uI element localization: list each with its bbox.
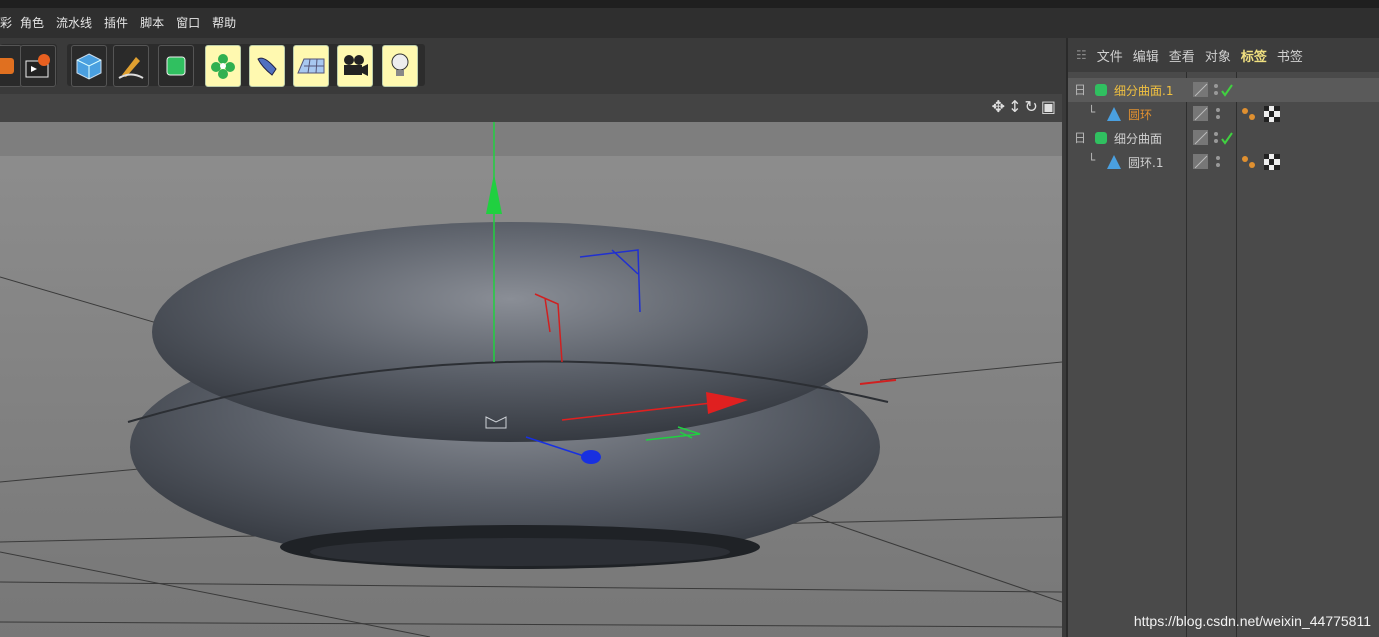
object-name[interactable]: 细分曲面 <box>1114 130 1162 147</box>
om-menu-tags[interactable]: 标签 <box>1241 46 1267 65</box>
layer-toggle-icon[interactable] <box>1192 129 1210 147</box>
pen-button[interactable] <box>113 45 149 87</box>
torus-primitive-icon <box>1107 155 1121 169</box>
enabled-checkmark-icon[interactable] <box>1212 129 1242 147</box>
title-strip <box>0 0 1379 8</box>
pen-spline-icon <box>118 57 144 79</box>
menu-bar: 彩 角色 流水线 插件 脚本 窗口 帮助 <box>0 0 1379 38</box>
material-tag-icon[interactable] <box>1264 106 1280 122</box>
viewport-scene <box>0 122 1062 637</box>
material-tag-icon[interactable] <box>1264 154 1280 170</box>
torus-object[interactable] <box>127 222 889 569</box>
rotate-view-icon[interactable]: ↻ <box>1024 98 1037 116</box>
camera-icon <box>344 55 368 76</box>
object-name[interactable]: 圆环.1 <box>1128 154 1163 171</box>
object-manager: ☷ 文件 编辑 查看 对象 标签 书签 日 细分曲面.1 └ 圆环 日 细分曲面… <box>1066 38 1379 637</box>
render-settings-button[interactable] <box>0 45 22 87</box>
viewport-header: ✥ ↕ ↻ ▣ <box>0 94 1062 123</box>
om-menu-bookmarks[interactable]: 书签 <box>1277 46 1303 65</box>
light-bulb-icon <box>391 53 409 76</box>
subdivision-surface-icon <box>1095 84 1107 96</box>
maximize-view-icon[interactable]: ▣ <box>1041 98 1056 116</box>
3d-viewport[interactable]: ✥ ↕ ↻ ▣ <box>0 94 1062 637</box>
cube-icon <box>76 53 102 80</box>
phong-tag-icon[interactable] <box>1240 105 1258 123</box>
subdivision-cube-icon <box>166 56 186 76</box>
om-menu-edit[interactable]: 编辑 <box>1133 46 1159 65</box>
enabled-checkmark-icon[interactable] <box>1212 81 1242 99</box>
toolbar <box>0 38 1066 93</box>
tree-expand-icon[interactable]: 日 <box>1074 81 1086 98</box>
object-row[interactable]: 日 细分曲面.1 <box>1068 78 1379 102</box>
om-menu-view[interactable]: 查看 <box>1169 46 1195 65</box>
tree-branch-line: └ <box>1088 153 1096 167</box>
om-menu-object[interactable]: 对象 <box>1205 46 1231 65</box>
object-manager-menu: ☷ 文件 编辑 查看 对象 标签 书签 <box>1068 38 1379 72</box>
move-view-icon[interactable]: ✥ <box>992 98 1005 116</box>
layer-toggle-icon[interactable] <box>1192 153 1210 171</box>
clapper-icon <box>25 54 50 78</box>
floor-button[interactable] <box>293 45 329 87</box>
tree-expand-icon[interactable]: 日 <box>1074 129 1086 146</box>
render-settings-icon <box>0 58 14 74</box>
cube-button[interactable] <box>71 45 107 87</box>
camera-button[interactable] <box>337 45 373 87</box>
visibility-dots-icon[interactable] <box>1214 153 1224 171</box>
phong-tag-icon[interactable] <box>1240 153 1258 171</box>
menu-item-partial[interactable]: 彩 <box>0 14 12 31</box>
object-row[interactable]: └ 圆环.1 <box>1068 150 1379 174</box>
watermark-url: https://blog.csdn.net/weixin_44775811 <box>1133 613 1371 629</box>
object-row[interactable]: 日 细分曲面 <box>1068 126 1379 150</box>
layer-toggle-icon[interactable] <box>1192 105 1210 123</box>
menu-item-character[interactable]: 角色 <box>20 14 44 31</box>
object-name[interactable]: 细分曲面.1 <box>1114 82 1173 99</box>
layer-toggle-icon[interactable] <box>1192 81 1210 99</box>
cloner-flower-icon <box>211 54 235 79</box>
menu-item-pipeline[interactable]: 流水线 <box>56 14 92 31</box>
menu-item-help[interactable]: 帮助 <box>212 14 236 31</box>
clapper-button[interactable] <box>20 45 56 87</box>
visibility-dots-icon[interactable] <box>1214 105 1224 123</box>
deformer-button[interactable] <box>249 45 285 87</box>
subdivision-button[interactable] <box>158 45 194 87</box>
om-menu-file[interactable]: 文件 <box>1097 46 1123 65</box>
floor-grid-icon <box>297 58 325 74</box>
dolly-view-icon[interactable]: ↕ <box>1008 98 1021 116</box>
object-row[interactable]: └ 圆环 <box>1068 102 1379 126</box>
menu-item-window[interactable]: 窗口 <box>176 14 200 31</box>
tree-branch-line: └ <box>1088 105 1096 119</box>
object-name[interactable]: 圆环 <box>1128 106 1152 123</box>
deformer-icon <box>257 57 277 76</box>
subdivision-surface-icon <box>1095 132 1107 144</box>
torus-primitive-icon <box>1107 107 1121 121</box>
light-button[interactable] <box>382 45 418 87</box>
menu-item-plugins[interactable]: 插件 <box>104 14 128 31</box>
cloner-button[interactable] <box>205 45 241 87</box>
grip-icon[interactable]: ☷ <box>1076 48 1087 62</box>
menu-item-script[interactable]: 脚本 <box>140 14 164 31</box>
